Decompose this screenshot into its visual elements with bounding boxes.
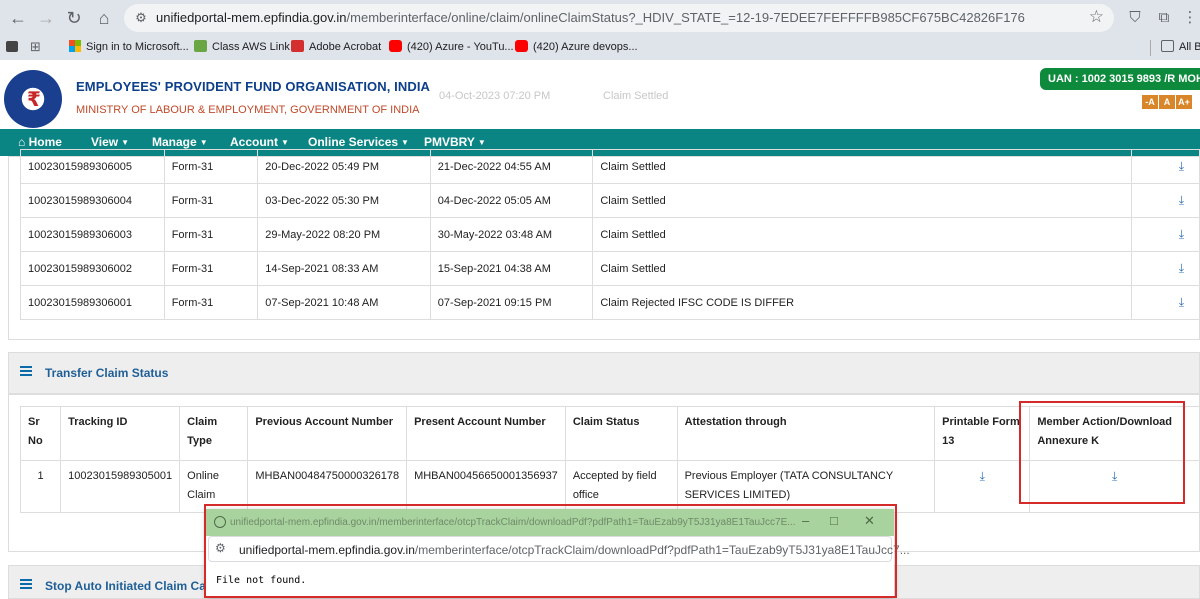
bookmark-aws[interactable]: Class AWS Link — [194, 40, 290, 56]
background-status: Claim Settled — [603, 90, 669, 102]
caret-down-icon: ▼ — [477, 138, 486, 147]
apps-grid-icon[interactable]: ⊞ — [30, 40, 41, 56]
epfo-logo — [4, 70, 62, 128]
font-normal-button[interactable]: A — [1159, 95, 1175, 109]
shield-extension-icon[interactable]: ⛉ — [1125, 8, 1145, 28]
menu-online-services[interactable]: Online Services ▼ — [308, 135, 409, 149]
section-title: Stop Auto Initiated Claim Ca — [45, 579, 206, 593]
table-row: 10023015989306002 Form-31 14-Sep-2021 08:… — [20, 251, 1200, 286]
menu-view[interactable]: View ▼ — [91, 135, 129, 149]
forward-icon[interactable]: → — [34, 6, 58, 30]
section-title: Transfer Claim Status — [45, 366, 169, 380]
menu-home[interactable]: ⌂ Home — [18, 135, 62, 149]
highlight-popup — [204, 504, 897, 598]
caret-down-icon: ▼ — [281, 138, 289, 147]
download-icon[interactable]: ⤓ — [1179, 193, 1184, 207]
download-icon[interactable]: ⤓ — [1179, 159, 1184, 173]
bookmarks-bar: ⊞ Sign in to Microsoft... Class AWS Link… — [0, 36, 1200, 60]
transfer-section-header[interactable]: Transfer Claim Status — [8, 352, 1200, 394]
acrobat-icon — [291, 40, 304, 52]
tab-group-icon[interactable] — [6, 40, 23, 56]
caret-down-icon: ▼ — [401, 138, 409, 147]
font-increase-button[interactable]: A+ — [1176, 95, 1192, 109]
download-icon[interactable]: ⤓ — [1179, 295, 1184, 309]
site-header — [0, 64, 1200, 128]
address-bar[interactable]: ⚙ unifiedportal-mem.epfindia.gov.in/memb… — [124, 4, 1114, 32]
org-title: EMPLOYEES' PROVIDENT FUND ORGANISATION, … — [76, 79, 431, 94]
download-icon[interactable]: ⤓ — [1179, 261, 1184, 275]
aws-icon — [194, 40, 207, 52]
hamburger-icon — [20, 366, 32, 376]
hamburger-icon — [20, 579, 32, 589]
site-info-icon[interactable]: ⚙ — [132, 9, 150, 27]
highlight-annexure-k — [1019, 401, 1185, 504]
table-row: 10023015989306004 Form-31 03-Dec-2022 05:… — [20, 183, 1200, 218]
browser-toolbar: ← → ↻ ⌂ ⚙ unifiedportal-mem.epfindia.gov… — [0, 0, 1200, 36]
home-menu-icon: ⌂ — [18, 135, 26, 149]
bookmark-youtube-2[interactable]: (420) Azure devops... — [515, 40, 638, 56]
bookmark-star-icon[interactable]: ☆ — [1089, 7, 1104, 27]
table-row: 10023015989306005 Form-31 20-Dec-2022 05:… — [20, 149, 1200, 184]
uan-badge: UAN : 1002 3015 9893 /R MOHA — [1040, 68, 1200, 90]
table-row: 10023015989306001 Form-31 07-Sep-2021 10:… — [20, 285, 1200, 320]
download-icon[interactable]: ⤓ — [1179, 227, 1184, 241]
font-decrease-button[interactable]: -A — [1142, 95, 1158, 109]
background-date: 04-Oct-2023 07:20 PM — [439, 90, 551, 102]
youtube-icon — [515, 40, 528, 52]
folder-icon — [1161, 40, 1174, 52]
table-row: 10023015989306003 Form-31 29-May-2022 08:… — [20, 217, 1200, 252]
bookmark-microsoft[interactable]: Sign in to Microsoft... — [69, 40, 189, 56]
all-bookmarks[interactable]: All B — [1150, 40, 1200, 56]
extensions-icon[interactable]: ⧉ — [1154, 8, 1174, 28]
bookmark-acrobat[interactable]: Adobe Acrobat — [291, 40, 381, 56]
menu-manage[interactable]: Manage ▼ — [152, 135, 208, 149]
caret-down-icon: ▼ — [121, 138, 130, 147]
youtube-icon — [389, 40, 402, 52]
reload-icon[interactable]: ↻ — [62, 6, 86, 30]
menu-account[interactable]: Account ▼ — [230, 135, 289, 149]
caret-down-icon: ▼ — [199, 138, 208, 147]
menu-icon[interactable]: ⋮ — [1180, 8, 1200, 28]
back-icon[interactable]: ← — [6, 6, 30, 30]
ministry-name: MINISTRY OF LABOUR & EMPLOYMENT, GOVERNM… — [76, 104, 420, 116]
menu-pmvbry[interactable]: PMVBRY ▼ — [424, 135, 486, 149]
claims-table: 10023015989306005 Form-31 20-Dec-2022 05:… — [20, 149, 1200, 320]
address-url: unifiedportal-mem.epfindia.gov.in/member… — [156, 10, 1025, 25]
form13-download-icon[interactable]: ⤓ — [980, 469, 985, 483]
home-icon[interactable]: ⌂ — [92, 6, 116, 30]
microsoft-icon — [69, 40, 81, 52]
bookmark-youtube-1[interactable]: (420) Azure - YouTu... — [389, 40, 514, 56]
